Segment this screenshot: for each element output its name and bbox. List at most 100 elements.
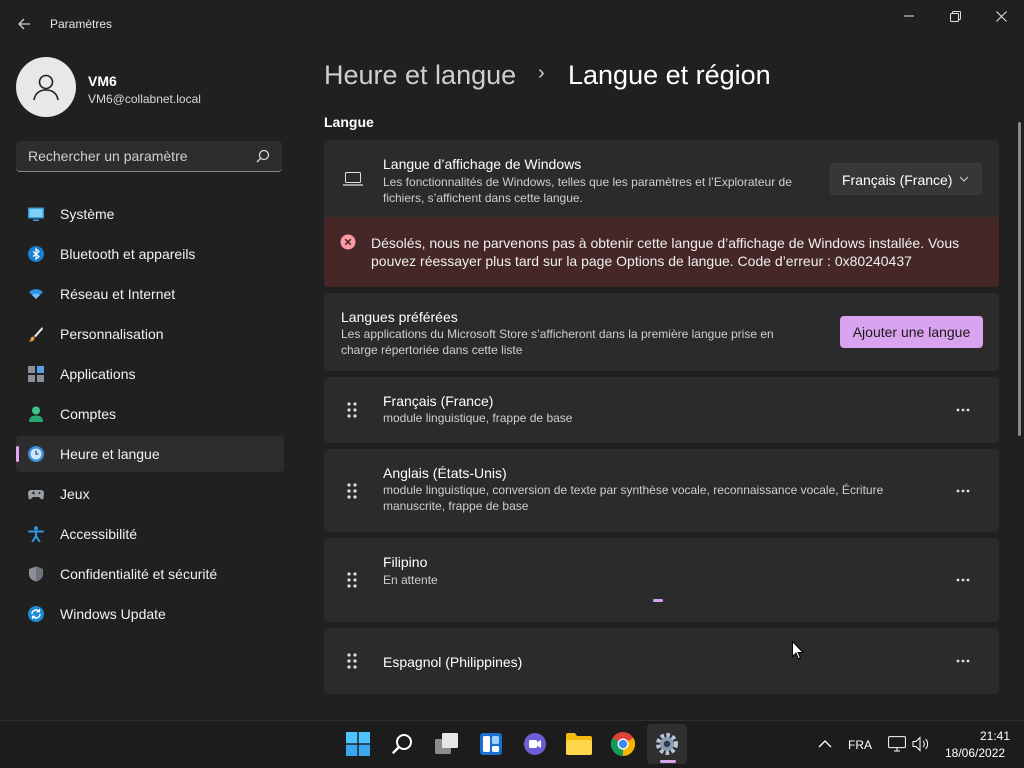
- start-button[interactable]: [338, 724, 378, 764]
- more-icon: [956, 578, 970, 582]
- sidebar-item-network[interactable]: Réseau et Internet: [16, 276, 284, 312]
- laptop-icon: [343, 172, 363, 186]
- chat-button[interactable]: [515, 724, 555, 764]
- language-detail: En attente: [383, 573, 438, 587]
- sidebar-item-privacy[interactable]: Confidentialité et sécurité: [16, 556, 284, 592]
- drag-handle-icon[interactable]: [346, 572, 358, 588]
- taskbar-search-button[interactable]: [383, 724, 423, 764]
- page-title: Langue et région: [568, 60, 771, 90]
- settings-taskbar-button[interactable]: [647, 724, 687, 764]
- task-view-icon: [435, 733, 458, 754]
- sidebar-item-time-language[interactable]: Heure et langue: [16, 436, 284, 472]
- avatar[interactable]: [16, 57, 76, 117]
- task-view-button[interactable]: [427, 724, 467, 764]
- more-options-button[interactable]: [949, 566, 977, 594]
- wifi-icon: [29, 289, 43, 299]
- sidebar-item-gaming[interactable]: Jeux: [16, 476, 284, 512]
- sidebar-item-windows-update[interactable]: Windows Update: [16, 596, 284, 632]
- sidebar-item-label: Personnalisation: [60, 326, 164, 342]
- update-icon: [28, 606, 44, 622]
- sidebar-item-bluetooth[interactable]: Bluetooth et appareils: [16, 236, 284, 272]
- close-button[interactable]: [978, 0, 1024, 32]
- file-explorer-button[interactable]: [559, 724, 599, 764]
- sidebar-item-accessibility[interactable]: Accessibilité: [16, 516, 284, 552]
- sidebar-item-label: Jeux: [60, 486, 90, 502]
- sidebar-item-label: Accessibilité: [60, 526, 138, 542]
- search-box[interactable]: [16, 141, 282, 172]
- teams-chat-icon: [524, 733, 546, 755]
- clock-time[interactable]: 21:41: [980, 729, 1010, 743]
- time-language-icon: [28, 446, 44, 462]
- system-icon: [28, 207, 44, 221]
- volume-icon[interactable]: [912, 736, 930, 752]
- sidebar-item-label: Bluetooth et appareils: [60, 246, 196, 262]
- language-name: Filipino: [383, 554, 428, 570]
- more-icon: [956, 408, 970, 412]
- chevron-up-icon[interactable]: [818, 739, 832, 749]
- title-bar: Paramètres: [0, 0, 1024, 48]
- brush-icon: [28, 327, 43, 342]
- back-button[interactable]: [8, 8, 40, 40]
- mouse-cursor-icon: [792, 641, 804, 660]
- file-explorer-icon: [566, 733, 592, 755]
- sidebar-item-label: Réseau et Internet: [60, 286, 176, 302]
- more-icon: [956, 659, 970, 663]
- add-language-button[interactable]: Ajouter une langue: [840, 316, 983, 348]
- drag-handle-icon[interactable]: [346, 402, 358, 418]
- chrome-icon: [611, 732, 635, 756]
- sidebar-item-label: Confidentialité et sécurité: [60, 566, 218, 582]
- sidebar-item-label: Heure et langue: [60, 446, 160, 462]
- accessibility-icon: [28, 526, 44, 542]
- error-icon: [340, 234, 356, 250]
- drag-handle-icon[interactable]: [346, 653, 358, 669]
- language-item[interactable]: Français (France) module linguistique, f…: [324, 377, 999, 443]
- clock-date[interactable]: 18/06/2022: [945, 746, 1005, 760]
- close-icon: [995, 10, 1007, 22]
- user-name: VM6: [88, 73, 117, 89]
- language-item[interactable]: Anglais (États-Unis) module linguistique…: [324, 449, 999, 532]
- sidebar-item-accounts[interactable]: Comptes: [16, 396, 284, 432]
- sidebar-item-apps[interactable]: Applications: [16, 356, 284, 392]
- restore-icon: [949, 10, 961, 22]
- apps-icon: [28, 366, 44, 382]
- user-icon: [33, 74, 59, 101]
- language-detail: module linguistique, conversion de texte…: [383, 483, 884, 513]
- shield-icon: [29, 566, 43, 582]
- widgets-button[interactable]: [471, 724, 511, 764]
- input-language-indicator[interactable]: FRA: [848, 738, 872, 752]
- back-arrow-icon: [18, 18, 30, 30]
- bluetooth-icon: [28, 246, 44, 262]
- search-icon[interactable]: [256, 149, 270, 163]
- chrome-button[interactable]: [603, 724, 643, 764]
- minimize-button[interactable]: [886, 0, 932, 32]
- sidebar-item-personalization[interactable]: Personnalisation: [16, 316, 284, 352]
- user-email: VM6@collabnet.local: [88, 92, 201, 106]
- preferred-languages-description: Les applications du Microsoft Store s’af…: [341, 327, 774, 357]
- display-language-title: Langue d’affichage de Windows: [383, 156, 582, 172]
- network-icon[interactable]: [888, 736, 906, 752]
- language-item[interactable]: Espagnol (Philippines): [324, 628, 999, 694]
- sidebar-item-label: Comptes: [60, 406, 117, 422]
- display-language-description: Les fonctionnalités de Windows, telles q…: [383, 175, 792, 205]
- more-options-button[interactable]: [949, 647, 977, 675]
- more-options-button[interactable]: [949, 477, 977, 505]
- sidebar-item-label: Applications: [60, 366, 136, 382]
- display-language-dropdown[interactable]: Français (France): [830, 163, 982, 195]
- start-icon: [346, 732, 370, 756]
- preferred-languages-title: Langues préférées: [341, 309, 458, 325]
- search-input[interactable]: [26, 147, 250, 165]
- scrollbar[interactable]: [1018, 122, 1021, 436]
- more-icon: [956, 489, 970, 493]
- sidebar-item-system[interactable]: Système: [16, 196, 284, 232]
- dropdown-value: Français (France): [842, 172, 953, 188]
- account-icon: [29, 406, 43, 422]
- restore-button[interactable]: [932, 0, 978, 32]
- minimize-icon: [904, 15, 914, 17]
- gamepad-icon: [28, 490, 44, 500]
- active-indicator: [16, 446, 19, 462]
- drag-handle-icon[interactable]: [346, 483, 358, 499]
- error-banner: Désolés, nous ne parvenons pas à obtenir…: [324, 217, 999, 287]
- language-item[interactable]: Filipino En attente: [324, 538, 999, 622]
- breadcrumb-parent[interactable]: Heure et langue: [324, 60, 516, 91]
- more-options-button[interactable]: [949, 396, 977, 424]
